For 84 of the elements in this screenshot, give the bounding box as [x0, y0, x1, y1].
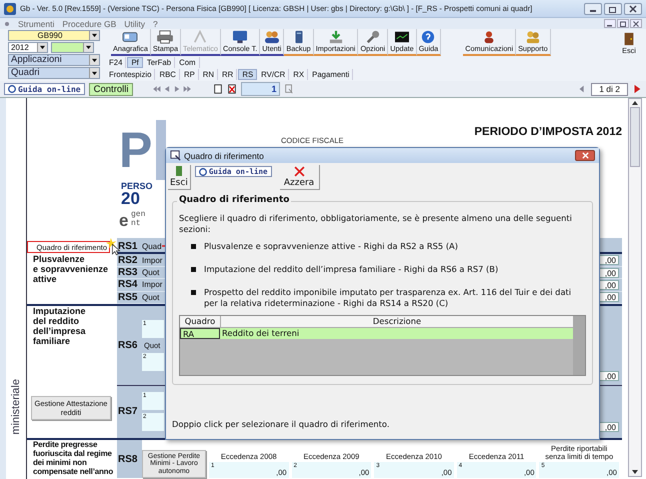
close-icon	[294, 166, 305, 177]
column-header: Quadro	[180, 316, 221, 327]
period-title: PERIODO D’IMPOSTA 2012	[474, 126, 622, 138]
close-icon	[632, 20, 640, 26]
close-icon	[628, 4, 638, 12]
minimize-button[interactable]	[584, 2, 602, 14]
row-label: Quot	[142, 292, 160, 302]
scroll-down-icon	[630, 468, 640, 476]
menu-item[interactable]: ?	[153, 18, 158, 28]
bullet-icon	[191, 290, 196, 295]
logo-text: 20	[121, 191, 140, 207]
reset-button[interactable]: Azzera	[280, 165, 320, 190]
monitor-icon	[231, 30, 250, 44]
document-icon	[4, 20, 10, 26]
table-row[interactable]: RA Reddito dei terreni	[180, 328, 573, 339]
bullet-text: Imputazione del reddito dell’impresa familiare - Righi da RS6 a RS7 (B)	[204, 264, 498, 275]
row-label: Impor	[142, 280, 162, 290]
row-label: Quot	[142, 268, 160, 278]
logo-text: nt	[131, 220, 141, 228]
section-label: Imputazione del reddito dell’impresa familiare	[33, 306, 87, 346]
exit-button[interactable]: Esci	[168, 165, 191, 190]
company-dropdown[interactable]: GB990	[8, 30, 100, 41]
row-code: RS4	[117, 279, 138, 290]
instructions-text: Scegliere il quadro di riferimento, obbligatoriamente, se è presente almeno una delle seguenti sezioni:	[179, 213, 573, 235]
page-icon	[213, 84, 224, 94]
printer-icon	[156, 30, 174, 44]
delete-page-icon	[227, 84, 238, 94]
logo-text: PERSO	[121, 182, 153, 191]
group-title: Quadro di riferimento	[177, 195, 292, 205]
close-button[interactable]	[575, 150, 595, 161]
column-header: Descrizione	[372, 316, 422, 327]
row-label: Impor	[142, 256, 162, 265]
next-icon	[632, 84, 642, 94]
people-icon	[262, 30, 281, 44]
row-code: RS1	[117, 241, 138, 252]
row-code: RS3	[117, 267, 138, 278]
frames-dropdown[interactable]: Quadri	[8, 67, 100, 79]
row-label: Quad	[142, 242, 162, 252]
restore-button[interactable]	[617, 19, 629, 28]
menu-item[interactable]: Strumenti	[18, 18, 54, 28]
row-code: RS5	[117, 292, 138, 303]
menu-item[interactable]: Procedure GB	[62, 18, 116, 28]
card-icon	[121, 30, 140, 44]
caret-icon	[91, 70, 98, 76]
menu-item[interactable]: Utility	[124, 18, 146, 28]
terminal-icon	[392, 30, 411, 44]
app-logo-icon	[4, 2, 16, 14]
bullet-icon	[191, 244, 196, 249]
row-code: RS8	[117, 440, 142, 478]
year-dropdown[interactable]: 2012	[8, 42, 48, 53]
page-field[interactable]: 1	[241, 82, 280, 96]
bullet-text: Plusvalenze e sopravvenienze attive - Righi da RS2 a RS5 (A)	[204, 241, 458, 252]
logo-shape	[156, 120, 166, 180]
caret-icon	[39, 45, 46, 50]
minimize-button[interactable]	[604, 19, 616, 28]
bullet-icon	[191, 267, 196, 272]
row-code: RS7	[117, 406, 138, 416]
caret-icon	[91, 58, 98, 62]
row-code: RS2	[117, 254, 138, 266]
close-icon	[580, 152, 590, 159]
hint-text: Doppio click per selezionare il quadro di riferimento.	[172, 419, 390, 429]
applications-dropdown[interactable]: Applicazioni	[8, 54, 100, 66]
close-button[interactable]	[630, 19, 642, 28]
section-label: Perdite pregresse fuoriuscita dal regime dei minimi non compensate nell’anno	[33, 440, 114, 476]
logo-text: e	[119, 212, 128, 229]
logo-text: P	[119, 121, 152, 180]
online-help-button[interactable]: Guida on-line	[4, 83, 85, 95]
scrollbar[interactable]	[573, 316, 585, 375]
table-cell: RA	[180, 328, 220, 339]
window-icon	[170, 150, 181, 161]
restore-button[interactable]	[604, 2, 622, 14]
page-count: 1 di 2	[591, 82, 628, 96]
logo-text: gen	[131, 211, 146, 219]
close-button[interactable]	[624, 2, 642, 14]
bullet-text: Prospetto del reddito imponibile imputato per trasparenza ex. Art. 116 del Tuir e dei dati per la relativa rideterminazione - Righi da RS14 a RS20 (C)	[204, 287, 572, 309]
table-cell-text: Reddito dei terreni	[221, 328, 300, 339]
search-page-icon	[284, 84, 294, 94]
checks-button[interactable]: Controlli	[88, 82, 134, 96]
section-label: Plusvalenze e sopravvenienze attive	[33, 254, 110, 284]
scroll-thumb[interactable]	[630, 107, 640, 167]
scrollbar[interactable]	[628, 98, 642, 477]
row-code: RS6	[117, 340, 138, 351]
side-label: ministeriale	[10, 379, 22, 435]
dialog-title: Quadro di riferimento	[184, 150, 264, 160]
